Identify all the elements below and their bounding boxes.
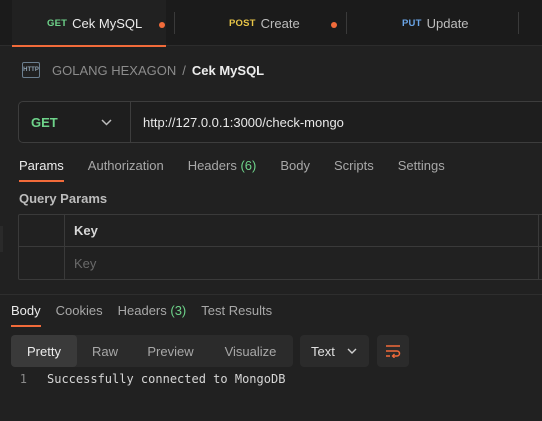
view-visualize-button[interactable]: Visualize bbox=[208, 335, 293, 367]
tab-params[interactable]: Params bbox=[19, 153, 64, 182]
query-params-table: Key Key bbox=[18, 214, 542, 280]
unsaved-dot-icon bbox=[331, 22, 337, 28]
response-tab-test-results-label: Test Results bbox=[201, 303, 273, 318]
tab-cek-mysql[interactable]: GET Cek MySQL bbox=[12, 0, 166, 47]
tab-scripts-label: Scripts bbox=[333, 158, 374, 173]
tab-method-put: PUT bbox=[402, 17, 422, 29]
http-request-icon: HTTP bbox=[22, 62, 40, 78]
response-body: 1 Successfully connected to MongoDB bbox=[0, 372, 286, 386]
url-bar: GET http://127.0.0.1:3000/check-mongo bbox=[18, 101, 542, 143]
line-number: 1 bbox=[19, 372, 27, 386]
breadcrumb: HTTP GOLANG HEXAGON / Cek MySQL bbox=[22, 60, 264, 80]
view-raw-button[interactable]: Raw bbox=[77, 335, 133, 367]
method-value: GET bbox=[31, 114, 58, 130]
response-tab-test-results[interactable]: Test Results bbox=[201, 299, 272, 327]
breadcrumb-collection[interactable]: GOLANG HEXAGON bbox=[52, 63, 176, 78]
tab-params-label: Params bbox=[19, 158, 64, 173]
format-value: Text bbox=[311, 343, 335, 359]
tab-divider bbox=[518, 12, 519, 34]
tab-scripts[interactable]: Scripts bbox=[334, 153, 374, 181]
tab-body[interactable]: Body bbox=[280, 153, 310, 181]
response-headers-count-badge: (3) bbox=[170, 303, 187, 318]
chevron-down-icon bbox=[347, 348, 357, 354]
tab-headers-label: Headers bbox=[187, 158, 237, 173]
table-row: Key bbox=[19, 247, 542, 279]
chevron-down-icon bbox=[101, 118, 112, 126]
tab-method-get: GET bbox=[47, 17, 68, 29]
headers-count-badge: (6) bbox=[240, 158, 257, 173]
tab-label: Create bbox=[260, 15, 300, 31]
response-tab-cookies-label: Cookies bbox=[55, 303, 103, 318]
response-tab-body[interactable]: Body bbox=[11, 299, 41, 327]
table-header-row: Key bbox=[19, 215, 542, 247]
tab-authorization-label: Authorization bbox=[87, 158, 164, 173]
url-input[interactable]: http://127.0.0.1:3000/check-mongo bbox=[131, 115, 344, 130]
unsaved-dot-icon bbox=[159, 22, 165, 28]
request-options-tabs: Params Authorization Headers (6) Body Sc… bbox=[19, 153, 469, 182]
checkbox-column bbox=[19, 215, 65, 246]
wrap-lines-button[interactable] bbox=[377, 335, 409, 367]
response-text: Successfully connected to MongoDB bbox=[47, 372, 286, 386]
tab-body-label: Body bbox=[280, 158, 310, 173]
tab-label: Cek MySQL bbox=[72, 15, 143, 31]
tab-settings-label: Settings bbox=[397, 158, 445, 173]
response-tab-headers[interactable]: Headers (3) bbox=[118, 299, 187, 327]
row-checkbox-cell[interactable] bbox=[19, 247, 65, 279]
view-mode-selector: Pretty Raw Preview Visualize bbox=[11, 335, 293, 367]
method-select[interactable]: GET bbox=[19, 102, 131, 142]
param-key-input[interactable]: Key bbox=[65, 247, 539, 279]
view-pretty-button[interactable]: Pretty bbox=[11, 335, 77, 367]
breadcrumb-request-name[interactable]: Cek MySQL bbox=[192, 63, 264, 78]
tab-method-post: POST bbox=[229, 17, 256, 29]
tab-headers[interactable]: Headers (6) bbox=[188, 153, 257, 181]
query-params-title: Query Params bbox=[19, 191, 108, 206]
view-preview-button[interactable]: Preview bbox=[133, 335, 208, 367]
response-tab-cookies[interactable]: Cookies bbox=[56, 299, 103, 327]
table-edge bbox=[0, 226, 3, 252]
response-divider[interactable] bbox=[0, 294, 542, 295]
wrap-lines-icon bbox=[386, 345, 401, 358]
response-tab-body-label: Body bbox=[11, 303, 41, 318]
breadcrumb-separator: / bbox=[182, 62, 186, 78]
tab-update[interactable]: PUT Update bbox=[347, 0, 517, 46]
column-header-key: Key bbox=[65, 215, 539, 246]
response-format-select[interactable]: Text bbox=[300, 335, 369, 367]
tab-label: Update bbox=[426, 15, 469, 31]
request-tab-bar: GET Cek MySQL POST Create PUT Update bbox=[0, 0, 542, 47]
response-tab-headers-label: Headers bbox=[117, 303, 167, 318]
tab-create[interactable]: POST Create bbox=[175, 0, 345, 46]
response-tabs: Body Cookies Headers (3) Test Results bbox=[11, 299, 287, 327]
tab-authorization[interactable]: Authorization bbox=[88, 153, 164, 181]
tab-settings[interactable]: Settings bbox=[398, 153, 445, 181]
